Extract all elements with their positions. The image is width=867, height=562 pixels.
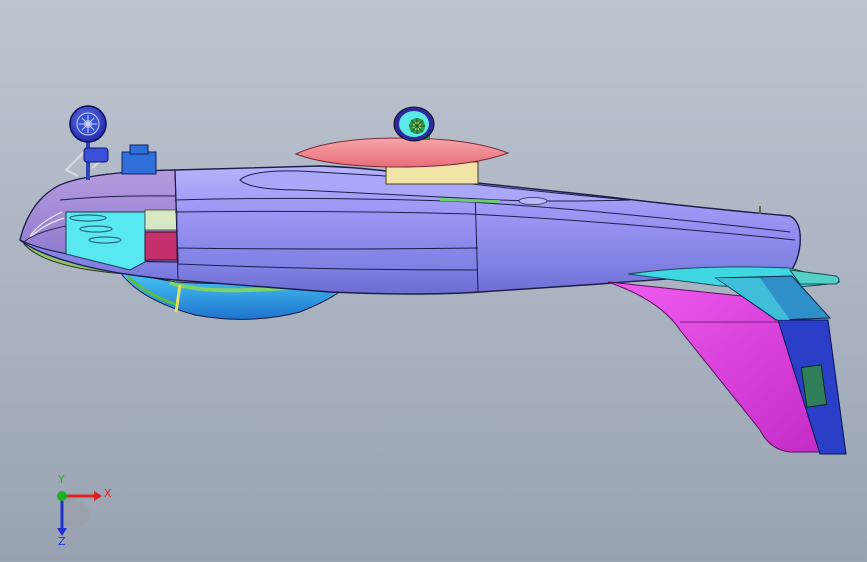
aircraft-model[interactable] xyxy=(0,0,867,562)
equipment-box[interactable] xyxy=(121,144,157,175)
y-axis-label: Y xyxy=(58,473,65,486)
z-axis-label: Z xyxy=(58,535,66,548)
dorsal-hatch[interactable] xyxy=(518,197,548,205)
x-axis-label: X xyxy=(104,487,112,500)
y-axis-dot xyxy=(57,491,67,501)
engine-fan-wheel-icon[interactable] xyxy=(393,106,435,142)
cad-viewport[interactable]: X Y Z xyxy=(0,0,867,562)
landing-gear-wheel-icon[interactable] xyxy=(64,105,109,180)
coordinate-triad: X Y Z xyxy=(40,474,120,558)
